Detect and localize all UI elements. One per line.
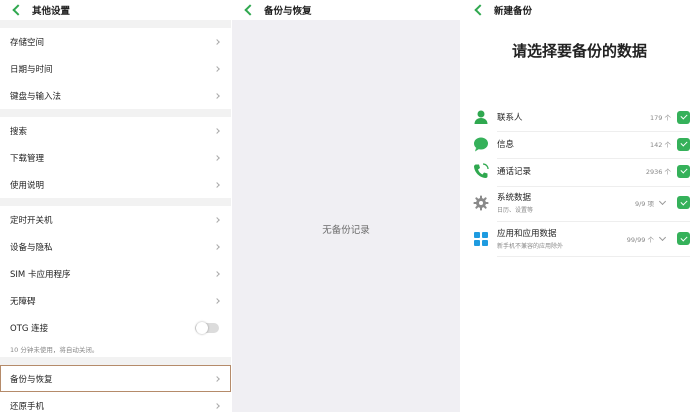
other-settings-panel: 其他设置 存储空间 日期与时间 键盘与输入法 搜索 下载管理 使用说明 定时开关… bbox=[0, 0, 231, 412]
item-name: 信息 bbox=[497, 140, 515, 150]
section-gap bbox=[0, 198, 231, 206]
checkbox[interactable] bbox=[677, 232, 690, 245]
item-subtitle: 日历、设置等 bbox=[497, 207, 534, 214]
row-reset-phone[interactable]: 还原手机 bbox=[0, 392, 231, 412]
chevron-right-icon bbox=[214, 216, 220, 223]
otg-toggle[interactable] bbox=[195, 321, 219, 334]
section-gap bbox=[0, 109, 231, 117]
chevron-down-icon[interactable] bbox=[658, 233, 667, 241]
chevron-right-icon bbox=[214, 154, 220, 161]
section-gap bbox=[0, 357, 231, 365]
row-storage[interactable]: 存储空间 bbox=[0, 28, 231, 55]
divider bbox=[497, 131, 690, 132]
chevron-right-icon bbox=[214, 38, 220, 45]
row-downloads[interactable]: 下载管理 bbox=[0, 144, 231, 171]
chevron-right-icon bbox=[214, 297, 220, 304]
backup-restore-header: 备份与恢复 bbox=[232, 0, 460, 20]
chevron-right-icon bbox=[214, 92, 220, 99]
item-name: 应用和应用数据 bbox=[497, 229, 557, 239]
row-label: 搜索 bbox=[10, 126, 28, 137]
item-count: 2936 个 bbox=[645, 168, 671, 176]
item-name: 通话记录 bbox=[497, 167, 532, 177]
item-count: 142 个 bbox=[650, 141, 671, 149]
row-label: 下载管理 bbox=[10, 153, 45, 164]
item-name: 系统数据 bbox=[497, 193, 532, 203]
backup-item-apps[interactable]: 应用和应用数据 新手机不兼容的应用除外 99/99 个 bbox=[472, 227, 690, 250]
apps-icon bbox=[472, 230, 490, 248]
row-label: 还原手机 bbox=[10, 401, 45, 412]
divider bbox=[497, 186, 690, 187]
backup-item-messages[interactable]: 信息 142 个 bbox=[472, 135, 690, 153]
chevron-right-icon bbox=[214, 402, 220, 409]
row-label: 无障碍 bbox=[10, 296, 36, 307]
row-instructions[interactable]: 使用说明 bbox=[0, 171, 231, 198]
back-arrow-icon[interactable] bbox=[474, 4, 486, 16]
item-count: 99/99 个 bbox=[626, 235, 654, 244]
section-gap bbox=[0, 20, 231, 28]
toggle-knob bbox=[196, 321, 208, 334]
checkbox[interactable] bbox=[677, 137, 690, 151]
new-backup-title: 新建备份 bbox=[494, 6, 533, 17]
other-settings-header: 其他设置 bbox=[0, 0, 231, 20]
checkbox[interactable] bbox=[677, 110, 690, 124]
backup-item-call-log[interactable]: 通话记录 2936 个 bbox=[472, 162, 690, 180]
row-date-time[interactable]: 日期与时间 bbox=[0, 55, 231, 82]
row-label: 日期与时间 bbox=[10, 64, 53, 75]
item-count: 9/9 项 bbox=[634, 199, 654, 208]
divider bbox=[497, 221, 690, 222]
row-device-privacy[interactable]: 设备与隐私 bbox=[0, 233, 231, 260]
chevron-right-icon bbox=[214, 65, 220, 72]
other-settings-title: 其他设置 bbox=[32, 6, 71, 17]
item-name: 联系人 bbox=[497, 113, 523, 123]
backup-item-contacts[interactable]: 联系人 179 个 bbox=[472, 108, 690, 126]
row-search[interactable]: 搜索 bbox=[0, 117, 231, 144]
item-subtitle: 新手机不兼容的应用除外 bbox=[497, 243, 564, 250]
person-icon bbox=[472, 108, 490, 126]
empty-state-text: 无备份记录 bbox=[322, 225, 370, 236]
row-keyboard[interactable]: 键盘与输入法 bbox=[0, 82, 231, 109]
row-otg: OTG 连接 bbox=[0, 314, 231, 341]
back-arrow-icon[interactable] bbox=[244, 4, 256, 16]
row-label: 定时开关机 bbox=[10, 215, 53, 226]
row-label: SIM 卡应用程序 bbox=[10, 269, 71, 280]
back-arrow-icon[interactable] bbox=[12, 4, 24, 16]
select-data-heading: 请选择要备份的数据 bbox=[511, 42, 647, 60]
new-backup-header: 新建备份 bbox=[462, 0, 697, 20]
chevron-down-icon[interactable] bbox=[658, 197, 667, 205]
row-label: OTG 连接 bbox=[10, 323, 49, 334]
backup-restore-title: 备份与恢复 bbox=[264, 6, 312, 17]
row-accessibility[interactable]: 无障碍 bbox=[0, 287, 231, 314]
new-backup-panel: 新建备份 请选择要备份的数据 联系人 179 个 信息 142 个 通话记录 2… bbox=[462, 0, 697, 412]
row-label: 键盘与输入法 bbox=[10, 91, 62, 102]
chevron-right-icon bbox=[214, 270, 220, 277]
gear-icon bbox=[472, 194, 490, 212]
row-label: 存储空间 bbox=[10, 37, 45, 48]
backup-restore-panel: 备份与恢复 无备份记录 bbox=[232, 0, 460, 412]
phone-icon bbox=[472, 162, 490, 180]
chevron-right-icon bbox=[214, 127, 220, 134]
chevron-right-icon bbox=[214, 375, 220, 382]
divider bbox=[497, 256, 690, 257]
chevron-right-icon bbox=[214, 243, 220, 250]
row-label: 设备与隐私 bbox=[10, 242, 53, 253]
row-backup-restore[interactable]: 备份与恢复 bbox=[0, 365, 231, 392]
backup-item-system-data[interactable]: 系统数据 日历、设置等 9/9 项 bbox=[472, 191, 690, 214]
row-label: 备份与恢复 bbox=[10, 374, 53, 385]
row-scheduled-power[interactable]: 定时开关机 bbox=[0, 206, 231, 233]
row-label: 使用说明 bbox=[10, 180, 45, 191]
checkbox[interactable] bbox=[677, 164, 690, 178]
item-count: 179 个 bbox=[650, 114, 671, 122]
divider bbox=[497, 158, 690, 159]
chevron-right-icon bbox=[214, 181, 220, 188]
otg-note: 10 分钟未使用，将自动关闭。 bbox=[0, 341, 231, 357]
message-icon bbox=[472, 135, 490, 153]
checkbox[interactable] bbox=[677, 196, 690, 209]
row-sim-apps[interactable]: SIM 卡应用程序 bbox=[0, 260, 231, 287]
